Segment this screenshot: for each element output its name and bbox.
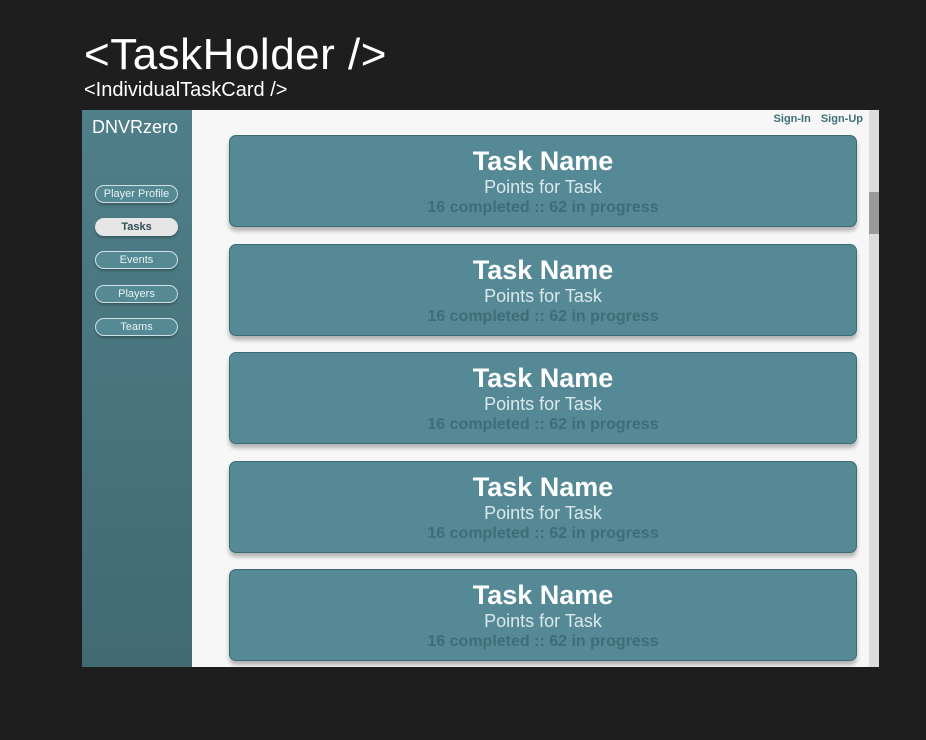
task-name: Task Name (472, 472, 614, 502)
task-name: Task Name (472, 255, 614, 285)
task-name: Task Name (472, 580, 614, 610)
task-card[interactable]: Task Name Points for Task 16 completed :… (229, 244, 857, 336)
task-card[interactable]: Task Name Points for Task 16 completed :… (229, 569, 857, 661)
nav-tasks-button[interactable]: Tasks (95, 218, 178, 236)
sidebar: DNVRzero Player Profile Tasks Events Pla… (82, 110, 192, 667)
nav-teams-button[interactable]: Teams (95, 318, 178, 336)
scrollbar-thumb[interactable] (869, 192, 879, 234)
app-frame: DNVRzero Player Profile Tasks Events Pla… (82, 110, 879, 667)
task-card[interactable]: Task Name Points for Task 16 completed :… (229, 352, 857, 444)
scrollbar[interactable] (869, 110, 879, 667)
sign-up-link[interactable]: Sign-Up (821, 113, 863, 125)
task-stats: 16 completed :: 62 in progress (427, 308, 659, 325)
brand-logo[interactable]: DNVRzero (92, 116, 178, 138)
task-name: Task Name (472, 146, 614, 176)
component-subtitle: <IndividualTaskCard /> (84, 79, 288, 101)
task-name: Task Name (472, 363, 614, 393)
task-points: Points for Task (484, 177, 602, 197)
nav-player-profile-button[interactable]: Player Profile (95, 185, 178, 203)
task-card[interactable]: Task Name Points for Task 16 completed :… (229, 135, 857, 227)
nav-events-button[interactable]: Events (95, 251, 178, 269)
auth-links: Sign-In Sign-Up (774, 113, 863, 125)
task-stats: 16 completed :: 62 in progress (427, 416, 659, 433)
component-title: <TaskHolder /> (84, 30, 387, 79)
task-points: Points for Task (484, 394, 602, 414)
task-card[interactable]: Task Name Points for Task 16 completed :… (229, 461, 857, 553)
nav-players-button[interactable]: Players (95, 285, 178, 303)
task-stats: 16 completed :: 62 in progress (427, 525, 659, 542)
task-points: Points for Task (484, 503, 602, 523)
task-stats: 16 completed :: 62 in progress (427, 633, 659, 650)
sign-in-link[interactable]: Sign-In (774, 113, 811, 125)
task-points: Points for Task (484, 611, 602, 631)
task-stats: 16 completed :: 62 in progress (427, 199, 659, 216)
task-points: Points for Task (484, 286, 602, 306)
